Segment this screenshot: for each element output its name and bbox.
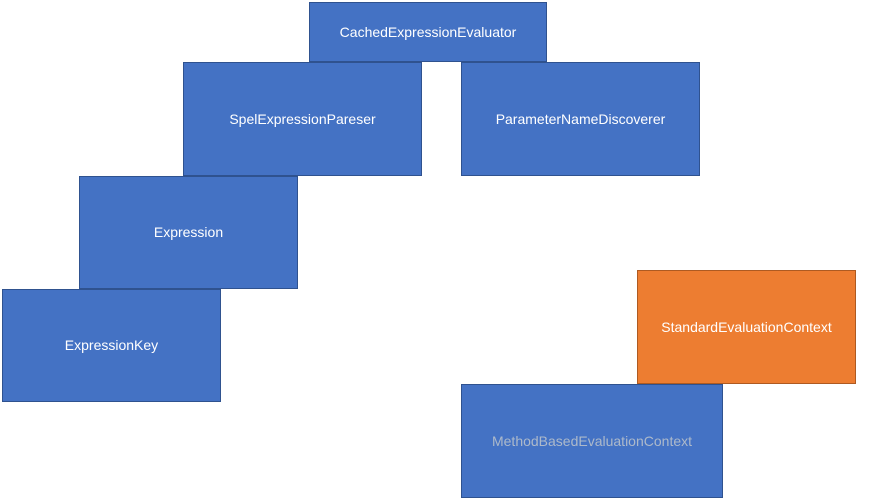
node-label: ExpressionKey: [65, 336, 158, 354]
node-label: Expression: [154, 223, 223, 241]
node-expression: Expression: [79, 176, 298, 289]
node-label: StandardEvaluationContext: [661, 318, 831, 336]
node-label: CachedExpressionEvaluator: [340, 23, 517, 41]
node-standard-evaluation-context: StandardEvaluationContext: [637, 270, 856, 384]
node-label: MethodBasedEvaluationContext: [492, 432, 692, 450]
node-label: SpelExpressionPareser: [229, 110, 375, 128]
node-expression-key: ExpressionKey: [2, 289, 221, 402]
node-cached-expression-evaluator: CachedExpressionEvaluator: [309, 2, 547, 62]
node-method-based-evaluation-context: MethodBasedEvaluationContext: [461, 384, 723, 498]
node-spel-expression-parser: SpelExpressionPareser: [183, 62, 422, 176]
node-parameter-name-discoverer: ParameterNameDiscoverer: [461, 62, 700, 176]
diagram-canvas: CachedExpressionEvaluator SpelExpression…: [0, 0, 869, 501]
node-label: ParameterNameDiscoverer: [496, 110, 666, 128]
